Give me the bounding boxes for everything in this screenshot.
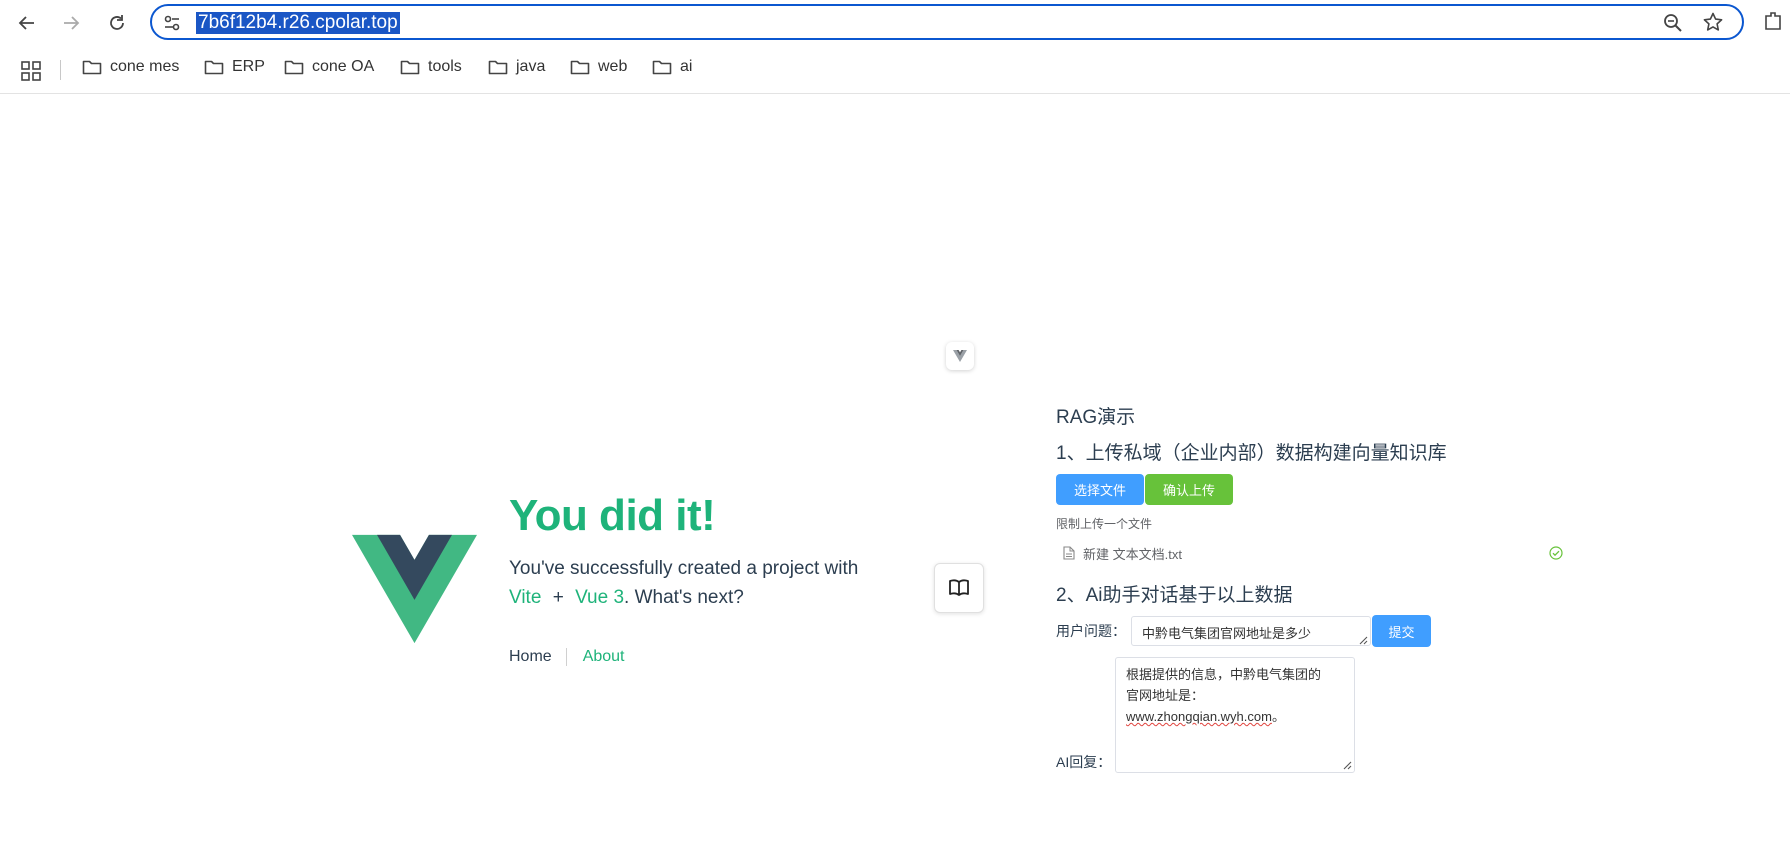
bookmark-label: web [598,58,628,75]
bookmark-folder-cone-mes[interactable]: cone mes [82,58,179,76]
document-icon [1063,546,1075,565]
vue-mini-logo-icon [953,350,967,362]
folder-icon [400,60,420,75]
upload-tip: 限制上传一个文件 [1056,517,1153,531]
open-book-icon [949,579,969,596]
bookmark-label: ERP [232,58,265,75]
submit-button[interactable]: 提交 [1372,615,1431,647]
reload-icon [110,15,124,30]
bookmark-folder-cone-oa[interactable]: cone OA [284,58,374,76]
vue3-link[interactable]: Vue 3 [575,587,624,608]
rag-title: RAG演示 [1056,407,1136,428]
apps-grid-icon[interactable] [20,60,42,87]
back-arrow-icon [18,16,34,30]
question-input[interactable]: 中黔电气集团官网地址是多少 [1131,616,1371,646]
confirm-upload-button[interactable]: 确认上传 [1145,474,1233,505]
docs-button[interactable] [934,563,984,613]
site-settings-icon[interactable] [162,13,182,38]
resize-grip-icon[interactable] [1343,761,1352,770]
bookmarks-separator [60,60,61,80]
answer-line1: 根据提供的信息，中黔电气集团的 [1126,667,1322,682]
resize-grip-icon[interactable] [1359,636,1368,645]
select-file-button[interactable]: 选择文件 [1056,474,1144,505]
folder-icon [284,60,304,75]
back-button[interactable] [12,8,42,38]
step1-heading: 1、上传私域（企业内部）数据构建向量知识库 [1056,443,1447,464]
address-bar[interactable]: 7b6f12b4.r26.cpolar.top [150,4,1744,40]
extensions-icon[interactable] [1762,10,1784,37]
vite-link[interactable]: Vite [509,587,541,608]
forward-button[interactable] [56,8,86,38]
folder-icon [570,60,590,75]
upload-success-icon [1549,546,1563,565]
answer-end: 。 [1271,709,1285,724]
reload-button[interactable] [102,8,132,38]
answer-textarea[interactable]: 根据提供的信息，中黔电气集团的 官网地址是： www.zhongqian.wyh… [1115,657,1355,773]
vue-logo [352,534,477,644]
nav-about-link[interactable]: About [567,648,625,666]
browser-toolbar: 7b6f12b4.r26.cpolar.top [0,0,1790,46]
answer-url: www.zhongqian.wyh.com [1126,709,1272,724]
hero-subtitle: You've successfully created a project wi… [509,554,929,612]
plus-sign: + [552,587,564,608]
router-nav: Home About [509,648,625,666]
vue-devtools-toggle[interactable] [946,342,974,370]
bookmark-label: cone OA [312,58,375,75]
folder-icon [488,60,508,75]
bookmark-label: ai [680,58,693,75]
bookmark-label: cone mes [110,58,180,75]
folder-icon [82,60,102,75]
answer-line2: 官网地址是： [1126,688,1205,703]
step2-heading: 2、Ai助手对话基于以上数据 [1056,585,1293,606]
hero-title: You did it! [509,491,716,540]
bookmark-folder-tools[interactable]: tools [400,58,462,76]
bookmark-label: java [516,58,546,75]
bookmark-star-icon[interactable] [1702,11,1724,38]
folder-icon [204,60,224,75]
bookmark-label: tools [428,58,462,75]
question-label: 用户问题： [1056,623,1126,639]
hero-section: You did it! You've successfully created … [509,488,929,612]
nav-home-link[interactable]: Home [509,648,567,666]
uploaded-file-name: 新建 文本文档.txt [1083,547,1182,562]
bookmark-folder-web[interactable]: web [570,58,627,76]
bookmark-folder-ai[interactable]: ai [652,58,692,76]
bookmark-folder-erp[interactable]: ERP [204,58,265,76]
answer-label: AI回复： [1056,754,1112,770]
folder-icon [652,60,672,75]
forward-arrow-icon [64,16,80,30]
hero-subtitle-prefix: You've successfully created a project wi… [509,558,859,579]
bookmarks-bar: cone mes ERP cone OA tools java web ai [0,46,1790,94]
bookmark-folder-java[interactable]: java [488,58,545,76]
zoom-icon[interactable] [1662,12,1684,39]
address-url[interactable]: 7b6f12b4.r26.cpolar.top [196,12,400,34]
uploaded-file-item[interactable]: 新建 文本文档.txt [1063,544,1563,564]
hero-subtitle-suffix: . What's next? [624,587,744,608]
